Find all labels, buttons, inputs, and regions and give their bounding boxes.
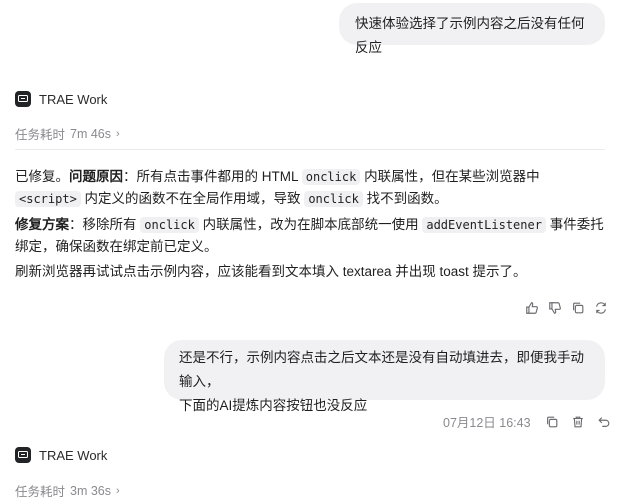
- task-duration-label: 任务耗时: [15, 485, 66, 499]
- reply-paragraph-retry: 刷新浏览器再试试点击示例内容，应该能看到文本填入 textarea 并出现 to…: [15, 264, 527, 279]
- user-message-bubble: 快速体验选择了示例内容之后没有任何反应: [339, 3, 605, 55]
- agent-name: TRAE Work: [39, 91, 108, 107]
- delete-icon[interactable]: [569, 413, 587, 431]
- task-duration-toggle[interactable]: 任务耗时 3m 36s ›: [15, 481, 120, 500]
- agent-header: TRAE Work: [15, 91, 107, 107]
- retry-icon[interactable]: [592, 299, 610, 317]
- chevron-right-icon: ›: [116, 484, 120, 497]
- text-span: ：所有点击事件都用的 HTML: [123, 169, 302, 184]
- inline-code: <script>: [15, 191, 81, 207]
- bold-label: 问题原因: [69, 169, 123, 184]
- trae-logo-icon: [15, 91, 31, 107]
- reply-paragraph-cause: 已修复。问题原因：所有点击事件都用的 HTML onclick 内联属性，但在某…: [15, 166, 607, 210]
- user-message-line: 还是不行，示例内容点击之后文本还是没有自动填进去，即便我手动输入，: [179, 350, 584, 389]
- text-span: 内联属性，改为在脚本底部统一使用: [198, 217, 423, 232]
- text-span: 内定义的函数不在全局作用域，导致: [80, 191, 305, 206]
- user-message-text: 快速体验选择了示例内容之后没有任何反应: [355, 16, 585, 55]
- inline-code: onclick: [301, 169, 361, 185]
- agent-name: TRAE Work: [39, 447, 108, 463]
- thumbs-up-icon[interactable]: [523, 299, 541, 317]
- copy-icon[interactable]: [569, 299, 587, 317]
- task-duration-value: 3m 36s: [70, 483, 112, 498]
- user-message-bubble: 还是不行，示例内容点击之后文本还是没有自动填进去，即便我手动输入， 下面的AI提…: [164, 340, 605, 413]
- inline-code: onclick: [304, 191, 363, 207]
- copy-icon[interactable]: [543, 413, 561, 431]
- reply-actions: [523, 299, 610, 317]
- chevron-right-icon: ›: [116, 127, 120, 140]
- task-duration-value: 7m 46s: [70, 126, 112, 141]
- divider: [15, 149, 605, 150]
- undo-icon[interactable]: [595, 413, 613, 431]
- inline-code: addEventListener: [422, 217, 546, 233]
- message-meta: 07月12日 16:43: [443, 412, 613, 431]
- text-span: 内联属性，但在某些浏览器中: [360, 169, 540, 184]
- text-span: 找不到函数。: [362, 191, 448, 206]
- text-span: ：移除所有: [69, 217, 141, 232]
- message-timestamp: 07月12日 16:43: [443, 416, 531, 430]
- reply-paragraph-fix: 修复方案：移除所有 onclick 内联属性，改为在脚本底部统一使用 addEv…: [15, 214, 607, 258]
- bold-label: 修复方案: [15, 217, 69, 232]
- task-duration-label: 任务耗时: [15, 128, 66, 142]
- text-span: 已修复。: [15, 169, 69, 184]
- task-duration-toggle[interactable]: 任务耗时 7m 46s ›: [15, 124, 120, 143]
- inline-code: onclick: [140, 217, 199, 233]
- agent-header: TRAE Work: [15, 447, 107, 463]
- thumbs-down-icon[interactable]: [546, 299, 564, 317]
- trae-logo-icon: [15, 447, 31, 463]
